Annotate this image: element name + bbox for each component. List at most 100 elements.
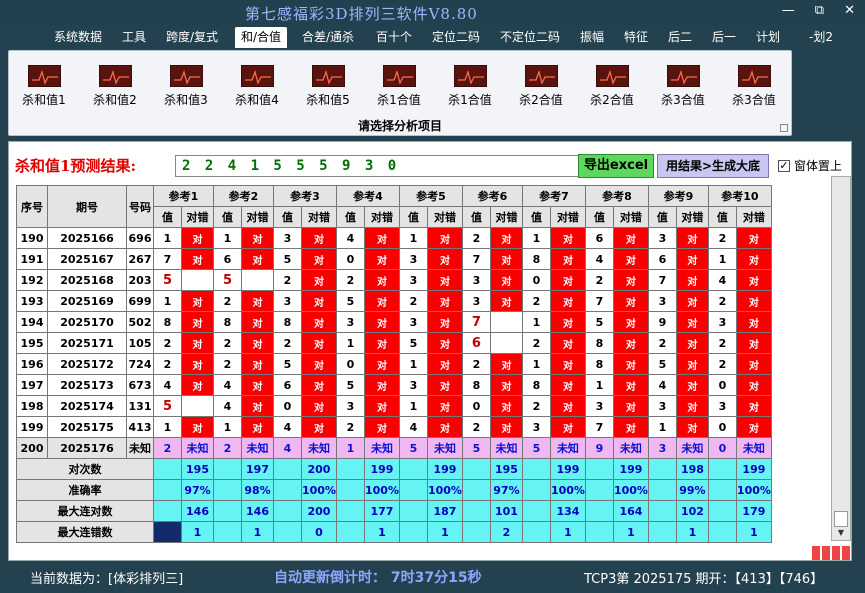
cell-hit: 对	[735, 395, 772, 417]
cell-hit: 对	[181, 248, 214, 270]
cell-value: 8	[213, 311, 242, 333]
table-row[interactable]: 191 2025167 267 7 对 6 对 5 对 0 对 3 对 7 对 8 对 4 对 6 对 1 对	[16, 248, 772, 270]
menu-last-one[interactable]: 后一	[706, 27, 742, 48]
export-excel-button[interactable]: 导出excel	[578, 154, 654, 178]
menu-tools[interactable]: 工具	[116, 27, 152, 48]
summary-spacer	[213, 458, 242, 480]
ribbon-button-9[interactable]: 杀2合值	[582, 65, 642, 115]
cell-value: 0	[273, 395, 302, 417]
cell-value: 1	[647, 416, 677, 438]
cell-value: 4	[273, 437, 302, 459]
summary-spacer	[647, 458, 677, 480]
summary-value: 146	[241, 500, 274, 522]
table-row[interactable]: 193 2025169 699 1 对 2 对 3 对 5 对 2 对 3 对 2 对 7 对 3 对 2 对	[16, 290, 772, 312]
cell-hit: 对	[612, 227, 649, 249]
cell-value: 3	[707, 311, 737, 333]
prediction-field[interactable]: 2 2 4 1 5 5 5 9 3 0	[175, 155, 583, 177]
menu-amplitude[interactable]: 振幅	[574, 27, 610, 48]
summary-row: 对次数 195 197 200 199 199 195 199 199 198 199	[16, 458, 772, 480]
header-hit: 对错	[612, 206, 649, 228]
scrollbar-thumb[interactable]	[834, 511, 848, 527]
minimize-icon[interactable]: —	[782, 3, 795, 18]
table-row[interactable]: 197 2025173 673 4 对 4 对 6 对 5 对 3 对 8 对 8 对 1 对 4 对 0 对	[16, 374, 772, 396]
ribbon-button-2[interactable]: 杀和值2	[85, 65, 145, 115]
summary-spacer	[335, 458, 365, 480]
cell-hit: 对	[489, 374, 523, 396]
cell-value: 3	[398, 248, 428, 270]
table-row[interactable]: 195 2025171 105 2 对 2 对 2 对 1 对 5 对 6 2 对 8 对 2 对 2 对	[16, 332, 772, 354]
cell-value: 2	[461, 353, 491, 375]
ribbon-button-11[interactable]: 杀3合值	[724, 65, 784, 115]
summary-spacer	[213, 479, 242, 501]
summary-spacer	[335, 521, 365, 543]
cell-period: 2025168	[47, 269, 127, 291]
table-row[interactable]: 194 2025170 502 8 对 8 对 8 对 3 对 3 对 7 1 对 5 对 9 对 3 对	[16, 311, 772, 333]
summary-value: 199	[426, 458, 463, 480]
summary-value: 187	[426, 500, 463, 522]
cell-value: 2	[213, 353, 242, 375]
cell-value: 7	[153, 248, 182, 270]
cell-period: 2025166	[47, 227, 127, 249]
ribbon-button-3[interactable]: 杀和值3	[156, 65, 216, 115]
cell-value: 5	[461, 437, 491, 459]
menu-diff-kill[interactable]: 合差/通杀	[296, 27, 360, 48]
summary-label: 最大连错数	[16, 521, 154, 543]
cell-value: 8	[521, 248, 551, 270]
table-row[interactable]: 196 2025172 724 2 对 2 对 5 对 0 对 1 对 2 对 1 对 8 对 5 对 2 对	[16, 353, 772, 375]
table-row[interactable]: 190 2025166 696 1 对 1 对 3 对 4 对 1 对 2 对 1 对 6 对 3 对 2 对	[16, 227, 772, 249]
cell-hit: 对	[549, 227, 586, 249]
menu-last-two[interactable]: 后二	[662, 27, 698, 48]
restore-icon[interactable]: ⧉	[815, 3, 824, 18]
ribbon-button-label: 杀和值1	[22, 93, 66, 107]
ribbon-button-5[interactable]: 杀和值5	[298, 65, 358, 115]
summary-value: 177	[363, 500, 400, 522]
menu-overflow[interactable]: -划2	[803, 27, 839, 48]
cell-hit: 未知	[735, 437, 772, 459]
cell-hit: 对	[675, 248, 709, 270]
menu-span-compound[interactable]: 跨度/复式	[160, 27, 224, 48]
summary-value: 102	[675, 500, 709, 522]
checkbox-box[interactable]: ✓	[778, 159, 790, 172]
menu-plan[interactable]: 计划	[750, 27, 786, 48]
cell-hit: 对	[489, 395, 523, 417]
ribbon-button-8[interactable]: 杀2合值	[511, 65, 571, 115]
cell-value: 2	[707, 290, 737, 312]
ribbon-button-1[interactable]: 杀和值1	[14, 65, 74, 115]
ribbon-button-4[interactable]: 杀和值4	[227, 65, 287, 115]
ribbon-button-6[interactable]: 杀1合值	[369, 65, 429, 115]
cell-value: 8	[584, 353, 614, 375]
cell-hit: 对	[612, 395, 649, 417]
stay-on-top-checkbox[interactable]: ✓ 窗体置上	[778, 157, 842, 174]
generate-base-button[interactable]: 用结果>生成大底	[657, 154, 769, 178]
cell-value: 1	[398, 227, 428, 249]
cell-hit: 对	[241, 395, 274, 417]
close-icon[interactable]: ✕	[844, 3, 855, 18]
menu-sum-value[interactable]: 和/合值	[235, 27, 288, 48]
cell-hit: 对	[181, 227, 214, 249]
vertical-scrollbar[interactable]: ▼	[831, 176, 851, 541]
table-row[interactable]: 198 2025174 131 5 4 对 0 对 3 对 1 对 0 对 2 对 3 对 3 对 3 对	[16, 395, 772, 417]
menu-position-two[interactable]: 定位二码	[426, 27, 486, 48]
header-hit: 对错	[426, 206, 463, 228]
cell-value: 4	[273, 416, 302, 438]
cell-hit: 对	[301, 269, 337, 291]
menu-feature[interactable]: 特征	[618, 27, 654, 48]
cell-hit	[489, 311, 523, 333]
scroll-down-icon[interactable]: ▼	[834, 528, 848, 538]
expand-icon[interactable]	[780, 124, 788, 132]
menu-unposition-two[interactable]: 不定位二码	[494, 27, 566, 48]
cell-seq: 194	[16, 311, 48, 333]
ribbon-button-10[interactable]: 杀3合值	[653, 65, 713, 115]
current-row[interactable]: 200 2025176 未知 2 未知 2 未知 4 未知 1 未知 5 未知 5 未知 5 未知 9 未知 3 未知 0…	[16, 437, 772, 459]
menu-system-data[interactable]: 系统数据	[48, 27, 108, 48]
cell-value: 6	[647, 248, 677, 270]
cell-hit: 对	[301, 332, 337, 354]
menu-digits[interactable]: 百十个	[370, 27, 418, 48]
ribbon-button-7[interactable]: 杀1合值	[440, 65, 500, 115]
table-row[interactable]: 192 2025168 203 5 5 2 对 2 对 3 对 3 对 0 对 2 对 7 对 4 对	[16, 269, 772, 291]
summary-spacer	[647, 500, 677, 522]
cell-value: 2	[461, 227, 491, 249]
cell-code: 699	[126, 290, 154, 312]
table-row[interactable]: 199 2025175 413 1 对 1 对 4 对 2 对 4 对 2 对 3 对 7 对 1 对 0 对	[16, 416, 772, 438]
cell-code: 131	[126, 395, 154, 417]
